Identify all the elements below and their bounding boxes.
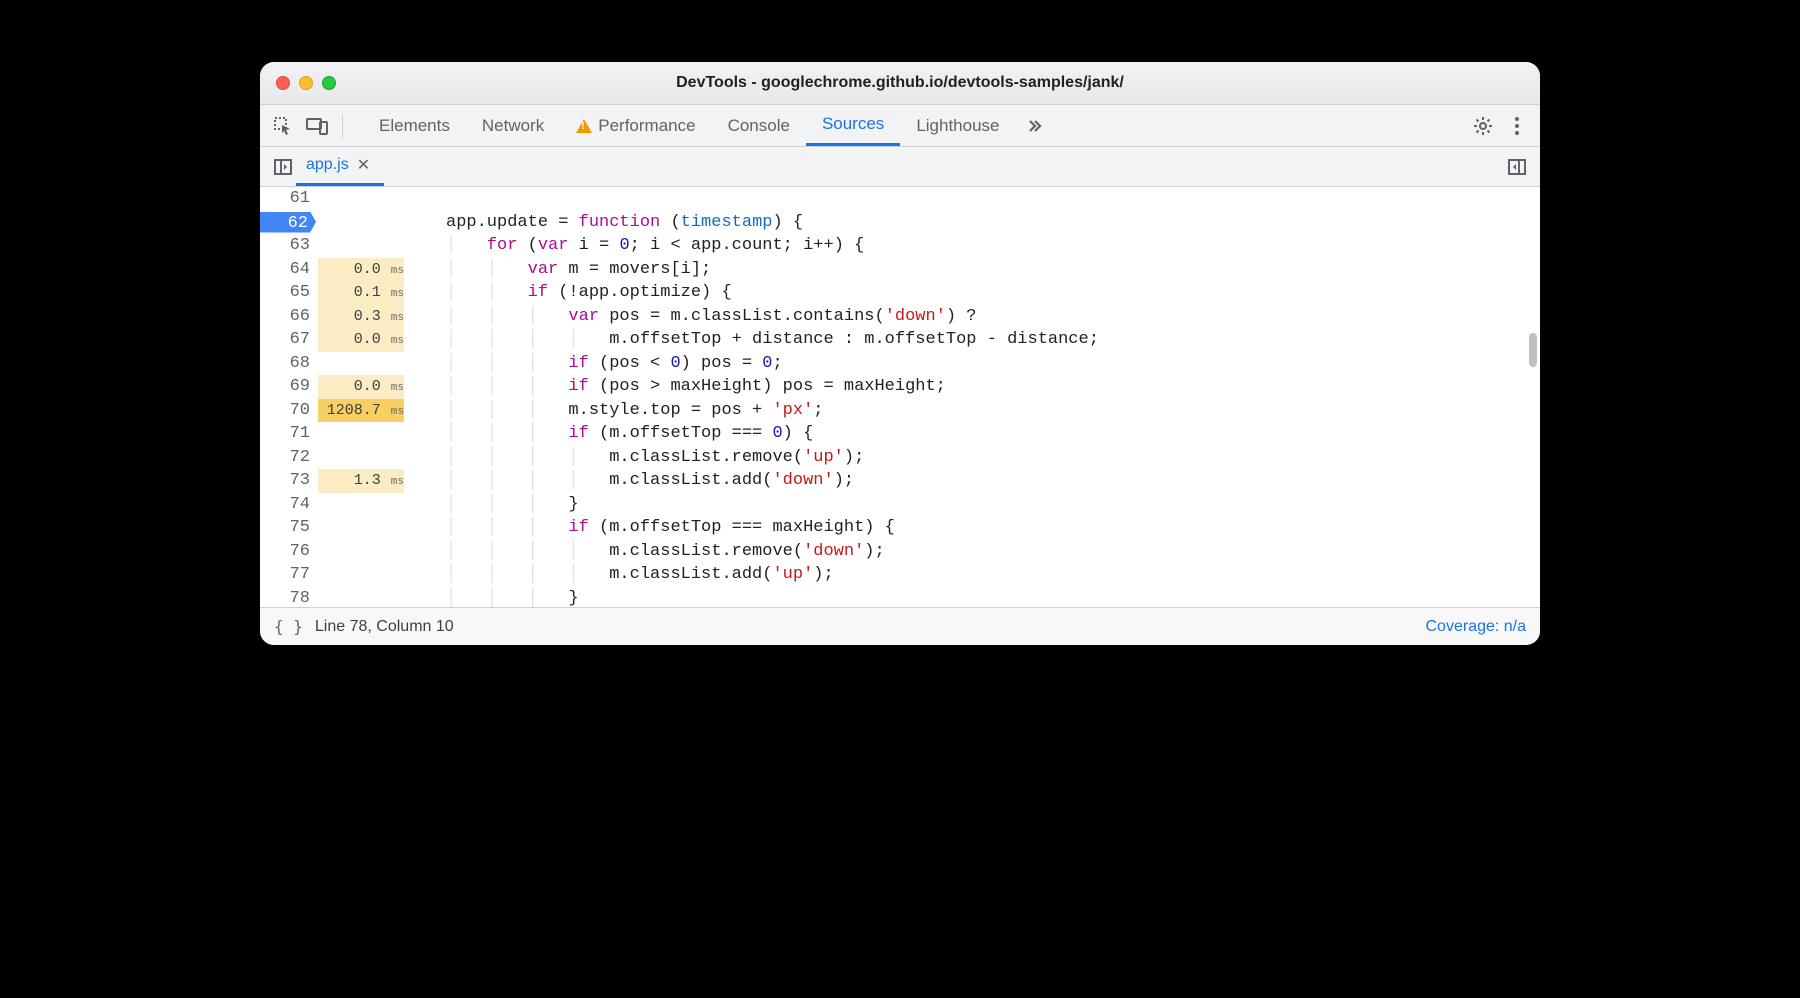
code-line[interactable]: │ │ │ }	[446, 493, 1540, 517]
pretty-print-icon[interactable]: { }	[274, 617, 303, 636]
file-tab-label: app.js	[306, 156, 349, 174]
line-number[interactable]: 65	[260, 281, 310, 305]
titlebar: DevTools - googlechrome.github.io/devtoo…	[260, 62, 1540, 105]
tab-lighthouse[interactable]: Lighthouse	[900, 105, 1015, 146]
code-line[interactable]: │ │ │ var pos = m.classList.contains('do…	[446, 305, 1540, 329]
close-window-icon[interactable]	[276, 76, 290, 90]
code-line[interactable]: │ for (var i = 0; i < app.count; i++) {	[446, 234, 1540, 258]
line-timing: 0.1 ms	[318, 281, 404, 305]
coverage-link[interactable]: Coverage: n/a	[1425, 618, 1526, 636]
line-timing	[318, 540, 404, 564]
code-line[interactable]: │ │ if (!app.optimize) {	[446, 281, 1540, 305]
line-number[interactable]: 78	[260, 587, 310, 608]
cursor-position: Line 78, Column 10	[315, 618, 454, 636]
code-line[interactable]: │ │ │ }	[446, 587, 1540, 608]
main-toolbar: Elements Network Performance Console Sou…	[260, 105, 1540, 147]
line-number[interactable]: 72	[260, 446, 310, 470]
line-timing: 0.0 ms	[318, 258, 404, 282]
tab-label: Console	[728, 116, 790, 136]
line-number[interactable]: 69	[260, 375, 310, 399]
code-line[interactable]: │ │ │ │ m.classList.remove('down');	[446, 540, 1540, 564]
line-number[interactable]: 66	[260, 305, 310, 329]
file-tabs-bar: app.js ✕	[260, 147, 1540, 187]
traffic-lights	[276, 76, 336, 90]
tab-label: Sources	[822, 114, 884, 134]
line-timing	[318, 587, 404, 608]
code-line[interactable]: │ │ │ │ m.classList.remove('up');	[446, 446, 1540, 470]
line-timing: 1.3 ms	[318, 469, 404, 493]
line-timing: 0.0 ms	[318, 328, 404, 352]
code-line[interactable]: │ │ │ │ m.classList.add('up');	[446, 563, 1540, 587]
line-number[interactable]: 63	[260, 234, 310, 258]
breakpoint-marker[interactable]: 62	[260, 212, 316, 233]
line-number[interactable]: 64	[260, 258, 310, 282]
code-line[interactable]: │ │ │ if (pos < 0) pos = 0;	[446, 352, 1540, 376]
code-pane[interactable]: app.update = function (timestamp) {│ for…	[410, 187, 1540, 607]
tab-elements[interactable]: Elements	[363, 105, 466, 146]
line-number[interactable]: 77	[260, 563, 310, 587]
tab-label: Network	[482, 116, 544, 136]
tab-label: Lighthouse	[916, 116, 999, 136]
line-timing	[318, 446, 404, 470]
window-title: DevTools - googlechrome.github.io/devtoo…	[260, 74, 1540, 92]
tab-network[interactable]: Network	[466, 105, 560, 146]
line-number[interactable]: 70	[260, 399, 310, 423]
inspect-element-icon[interactable]	[270, 113, 296, 139]
show-navigator-icon[interactable]	[270, 154, 296, 180]
maximize-window-icon[interactable]	[322, 76, 336, 90]
code-editor[interactable]: 616263646566676869707172737475767778 0.0…	[260, 187, 1540, 607]
line-number[interactable]: 67	[260, 328, 310, 352]
warning-icon	[576, 119, 592, 133]
tab-console[interactable]: Console	[712, 105, 806, 146]
code-line[interactable]: │ │ │ │ m.offsetTop + distance : m.offse…	[446, 328, 1540, 352]
line-timing	[318, 422, 404, 446]
file-tab-appjs[interactable]: app.js ✕	[296, 147, 384, 186]
kebab-menu-icon[interactable]	[1504, 113, 1530, 139]
scrollbar-thumb[interactable]	[1529, 333, 1537, 367]
line-timing: 0.0 ms	[318, 375, 404, 399]
device-toolbar-icon[interactable]	[304, 113, 330, 139]
status-bar: { } Line 78, Column 10 Coverage: n/a	[260, 607, 1540, 645]
code-line[interactable]: │ │ │ if (pos > maxHeight) pos = maxHeig…	[446, 375, 1540, 399]
line-gutter[interactable]: 616263646566676869707172737475767778	[260, 187, 318, 607]
timing-column: 0.0 ms0.1 ms0.3 ms0.0 ms0.0 ms1208.7 ms1…	[318, 187, 410, 607]
code-line[interactable]	[446, 187, 1540, 211]
code-line[interactable]: │ │ │ if (m.offsetTop === maxHeight) {	[446, 516, 1540, 540]
more-tabs-icon[interactable]	[1016, 105, 1054, 146]
line-timing: 0.3 ms	[318, 305, 404, 329]
panel-tabs: Elements Network Performance Console Sou…	[363, 105, 1054, 146]
tab-performance[interactable]: Performance	[560, 105, 711, 146]
tab-sources[interactable]: Sources	[806, 105, 900, 146]
devtools-window: DevTools - googlechrome.github.io/devtoo…	[260, 62, 1540, 645]
line-timing	[318, 563, 404, 587]
line-timing	[318, 187, 404, 211]
line-number[interactable]: 71	[260, 422, 310, 446]
code-line[interactable]: │ │ │ m.style.top = pos + 'px';	[446, 399, 1540, 423]
close-tab-icon[interactable]: ✕	[357, 155, 370, 175]
tab-label: Performance	[598, 116, 695, 136]
line-number[interactable]: 76	[260, 540, 310, 564]
line-timing	[318, 211, 404, 235]
line-timing	[318, 516, 404, 540]
line-number[interactable]: 75	[260, 516, 310, 540]
line-timing	[318, 493, 404, 517]
line-number[interactable]: 68	[260, 352, 310, 376]
settings-icon[interactable]	[1470, 113, 1496, 139]
tab-label: Elements	[379, 116, 450, 136]
minimize-window-icon[interactable]	[299, 76, 313, 90]
line-number[interactable]: 62	[260, 211, 310, 235]
code-line[interactable]: │ │ var m = movers[i];	[446, 258, 1540, 282]
code-line[interactable]: │ │ │ if (m.offsetTop === 0) {	[446, 422, 1540, 446]
line-timing: 1208.7 ms	[318, 399, 404, 423]
show-debugger-icon[interactable]	[1504, 154, 1530, 180]
line-timing	[318, 234, 404, 258]
line-number[interactable]: 73	[260, 469, 310, 493]
code-line[interactable]: │ │ │ │ m.classList.add('down');	[446, 469, 1540, 493]
line-timing	[318, 352, 404, 376]
line-number[interactable]: 61	[260, 187, 310, 211]
code-line[interactable]: app.update = function (timestamp) {	[446, 211, 1540, 235]
line-number[interactable]: 74	[260, 493, 310, 517]
